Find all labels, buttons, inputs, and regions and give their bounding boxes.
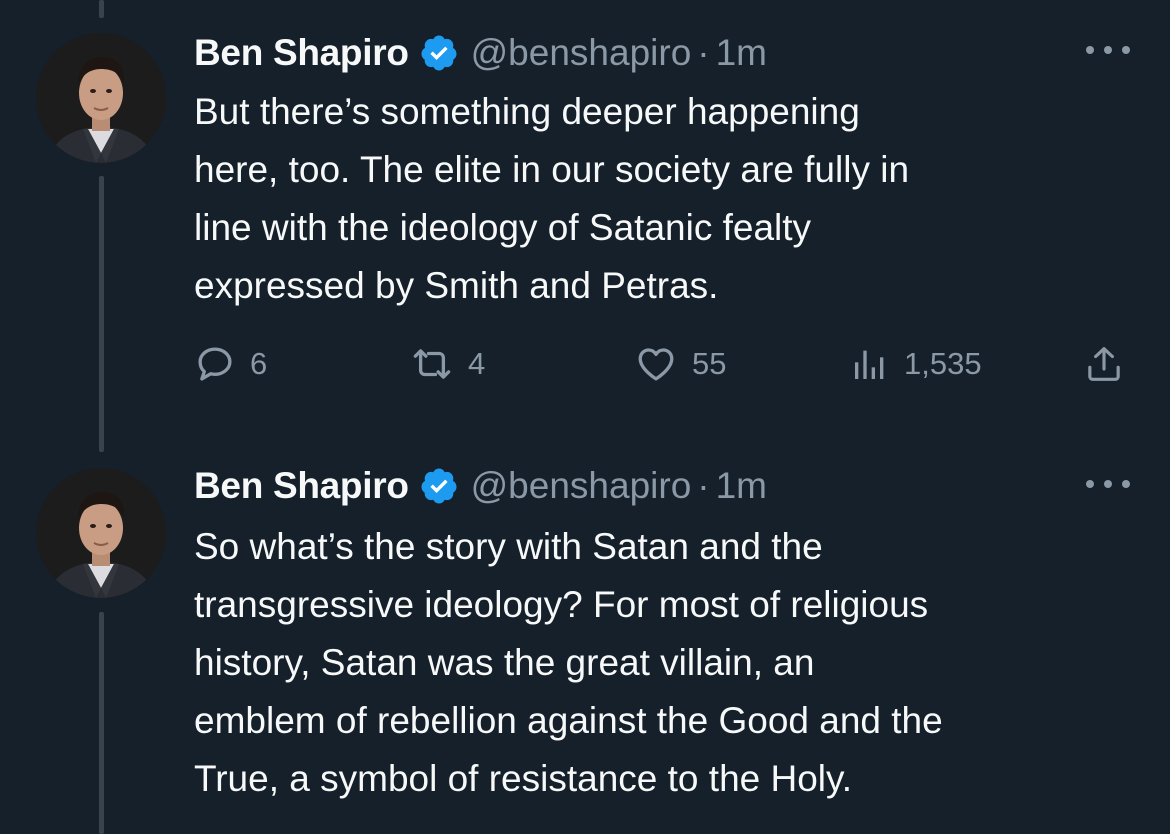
author-name[interactable]: Ben Shapiro: [194, 465, 409, 507]
share-button[interactable]: [1084, 342, 1124, 386]
tweet-text-line: here, too. The elite in our society are …: [194, 149, 910, 190]
retweet-button[interactable]: 4: [410, 342, 485, 386]
avatar-image: [36, 33, 166, 163]
views-icon: [855, 350, 884, 379]
tweet-text-line: But there’s something deeper happening: [194, 91, 860, 132]
tweet-actions: 6 4 55 1,535: [194, 342, 1134, 386]
tweet-text: But there’s something deeper happening h…: [194, 83, 1134, 315]
tweet-text-line: transgressive ideology? For most of reli…: [194, 584, 929, 625]
share-icon: [1088, 347, 1120, 381]
verified-badge-icon: [419, 466, 459, 506]
separator-dot: ·: [697, 32, 710, 73]
tweet-header: Ben Shapiro @benshapiro · 1m: [194, 461, 767, 511]
tweet-text-line: So what’s the story with Satan and the: [194, 526, 823, 567]
avatar-image: [36, 468, 166, 598]
tweet-text-line: expressed by Smith and Petras.: [194, 265, 719, 306]
like-count: 55: [692, 346, 727, 381]
verified-badge-icon: [419, 33, 459, 73]
avatar[interactable]: [36, 33, 166, 163]
tweet-text-line: history, Satan was the great villain, an: [194, 642, 815, 683]
separator-dot: ·: [697, 465, 710, 506]
author-name[interactable]: Ben Shapiro: [194, 32, 409, 74]
tweet-text-line: True, a symbol of resistance to the Holy…: [194, 758, 853, 799]
retweet-count: 4: [468, 346, 486, 381]
more-options-icon[interactable]: [1086, 40, 1130, 60]
heart-icon: [638, 348, 674, 381]
timestamp[interactable]: 1m: [716, 465, 767, 507]
tweet[interactable]: Ben Shapiro @benshapiro · 1m So what’s t…: [0, 440, 1170, 834]
views-count: 1,535: [904, 346, 982, 381]
reply-icon: [198, 347, 232, 381]
tweet-text: So what’s the story with Satan and the t…: [194, 518, 1134, 808]
reply-button[interactable]: 6: [194, 342, 267, 386]
tweet-text-line: emblem of rebellion against the Good and…: [194, 700, 943, 741]
like-button[interactable]: 55: [634, 342, 726, 386]
tweet-header: Ben Shapiro @benshapiro · 1m: [194, 28, 767, 78]
timestamp[interactable]: 1m: [716, 32, 767, 74]
avatar[interactable]: [36, 468, 166, 598]
retweet-icon: [413, 349, 451, 379]
author-handle[interactable]: @benshapiro: [471, 32, 692, 74]
tweet-text-line: line with the ideology of Satanic fealty: [194, 207, 812, 248]
views-button[interactable]: 1,535: [850, 342, 982, 386]
tweet[interactable]: Ben Shapiro @benshapiro · 1m But there’s…: [0, 0, 1170, 440]
reply-count: 6: [250, 346, 268, 381]
more-options-icon[interactable]: [1086, 474, 1130, 494]
author-handle[interactable]: @benshapiro: [471, 465, 692, 507]
